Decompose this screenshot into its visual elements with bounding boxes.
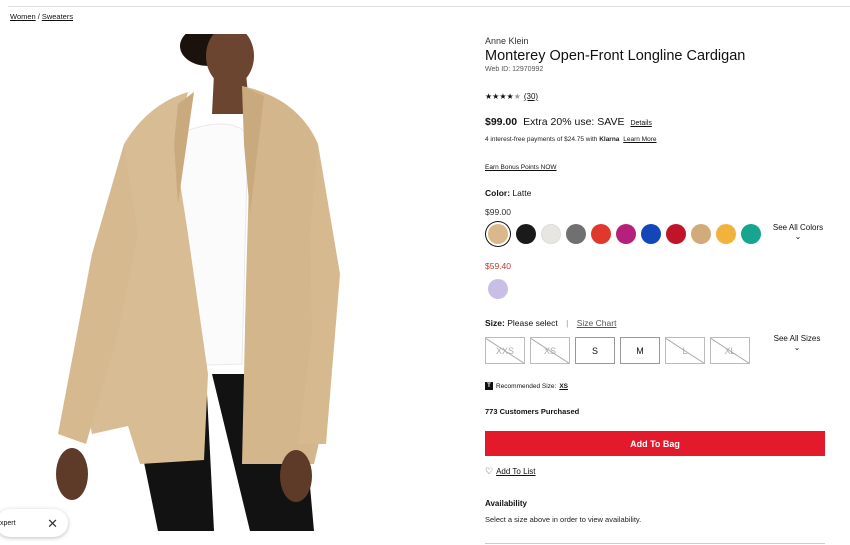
rating-full-stars: ★★★★ xyxy=(485,92,514,101)
size-option-label: S xyxy=(591,345,598,356)
size-option-label: M xyxy=(636,345,644,356)
color-swatches xyxy=(485,224,766,244)
review-count-link[interactable]: (30) xyxy=(524,92,538,101)
chevron-down-icon: ⌄ xyxy=(793,342,801,352)
recommended-size-link[interactable]: XS xyxy=(559,383,568,390)
breadcrumb-separator: / xyxy=(37,12,40,21)
swatch-sale-lavender[interactable] xyxy=(488,279,508,299)
size-option-label: L xyxy=(682,345,688,356)
expert-chat-chip[interactable]: xpert ✕ xyxy=(0,509,68,537)
learn-more-link[interactable]: Learn More xyxy=(623,136,656,143)
add-to-bag-button[interactable]: Add To Bag xyxy=(485,431,825,456)
size-label-key: Size: xyxy=(485,318,505,328)
availability-title: Availability xyxy=(485,499,527,508)
sale-price: $59.40 xyxy=(485,261,511,271)
color-swatch[interactable] xyxy=(691,224,711,244)
color-swatch[interactable] xyxy=(591,224,611,244)
divider: | xyxy=(566,318,569,328)
color-swatch[interactable] xyxy=(516,224,536,244)
color-swatch[interactable] xyxy=(716,224,736,244)
color-selected-name: Latte xyxy=(512,188,532,198)
size-option-m[interactable]: M xyxy=(620,337,660,364)
customers-purchased: 773 Customers Purchased xyxy=(485,407,580,416)
color-swatch[interactable] xyxy=(641,224,661,244)
brand-name[interactable]: Anne Klein xyxy=(485,36,830,46)
product-image[interactable] xyxy=(28,34,418,531)
see-all-sizes-button[interactable]: See All Sizes ⌄ xyxy=(772,334,822,353)
color-regular-price: $99.00 xyxy=(485,207,511,217)
bonus-points-link[interactable]: Earn Bonus Points NOW xyxy=(485,164,557,171)
top-divider xyxy=(8,6,850,7)
breadcrumb: Women / Sweaters xyxy=(10,12,73,21)
expert-chip-label: xpert xyxy=(0,519,16,527)
color-swatch[interactable] xyxy=(488,224,508,244)
size-selected-value: Please select xyxy=(507,318,558,328)
add-to-list-button[interactable]: ♡ Add To List xyxy=(485,466,536,477)
size-chart-link[interactable]: Size Chart xyxy=(577,318,617,328)
color-label: Color: Latte xyxy=(485,188,531,198)
section-divider xyxy=(485,543,825,544)
see-all-colors-button[interactable]: See All Colors ⌄ xyxy=(772,223,824,242)
heart-icon: ♡ xyxy=(485,466,494,476)
size-option-xs[interactable]: XS xyxy=(530,337,570,364)
size-option-label: XXS xyxy=(495,345,514,356)
product-photo xyxy=(28,34,418,531)
add-to-list-label: Add To List xyxy=(496,467,536,476)
color-swatch[interactable] xyxy=(666,224,686,244)
price-row: $99.00 Extra 20% use: SAVE Details xyxy=(485,116,652,128)
klarna-row: 4 interest-free payments of $24.75 with … xyxy=(485,136,656,143)
rating-row[interactable]: ★★★★★ (30) xyxy=(485,92,538,101)
size-option-s[interactable]: S xyxy=(575,337,615,364)
details-link[interactable]: Details xyxy=(630,120,651,127)
tape-measure-icon: T xyxy=(485,382,493,390)
color-swatch[interactable] xyxy=(616,224,636,244)
size-option-label: XL xyxy=(724,345,736,356)
size-option-xxs[interactable]: XXS xyxy=(485,337,525,364)
close-icon[interactable]: ✕ xyxy=(47,517,58,530)
color-swatch[interactable] xyxy=(566,224,586,244)
size-option-l[interactable]: L xyxy=(665,337,705,364)
color-swatch[interactable] xyxy=(541,224,561,244)
klarna-text: 4 interest-free payments of $24.75 with xyxy=(485,136,598,143)
color-label-key: Color: xyxy=(485,188,511,198)
size-label: Size: Please select | Size Chart xyxy=(485,318,616,328)
rating-stars: ★★★★★ xyxy=(485,92,521,101)
size-option-xl[interactable]: XL xyxy=(710,337,750,364)
size-options: XXS XS S M L XL xyxy=(485,337,750,364)
promo-text: Extra 20% use: SAVE xyxy=(523,116,625,128)
klarna-logo: Klarna xyxy=(599,136,620,143)
product-details: Anne Klein Monterey Open-Front Longline … xyxy=(485,36,830,544)
color-swatch[interactable] xyxy=(741,224,761,244)
web-id: Web ID: 12970992 xyxy=(485,66,544,73)
recommended-size-text: Recommended Size: xyxy=(496,382,557,390)
rating-half-star: ★ xyxy=(513,92,521,101)
size-option-label: XS xyxy=(543,345,556,356)
breadcrumb-sweaters[interactable]: Sweaters xyxy=(42,12,73,21)
recommended-size-row: T Recommended Size: XS xyxy=(485,382,568,390)
chevron-down-icon: ⌄ xyxy=(794,231,802,241)
product-title: Monterey Open-Front Longline Cardigan xyxy=(485,48,746,64)
availability-text: Select a size above in order to view ava… xyxy=(485,515,642,524)
product-price: $99.00 xyxy=(485,116,518,128)
breadcrumb-women[interactable]: Women xyxy=(10,12,36,21)
